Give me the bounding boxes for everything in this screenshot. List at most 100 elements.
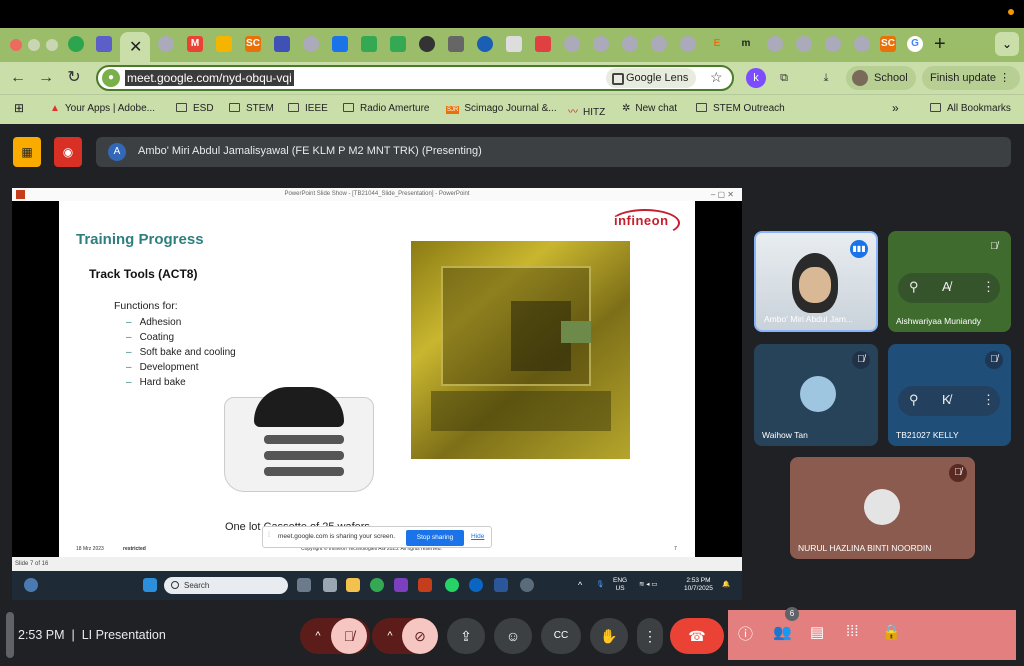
tab-icon[interactable]: SC xyxy=(245,36,261,52)
profile-button[interactable]: School xyxy=(846,66,916,90)
tab-icon[interactable] xyxy=(419,36,435,52)
address-bar[interactable]: ● meet.google.com/nyd-obqu-vqi Google Le… xyxy=(96,65,734,91)
tab-icon[interactable] xyxy=(506,36,522,52)
mic-icon[interactable]: ● xyxy=(102,69,120,87)
url-text[interactable]: meet.google.com/nyd-obqu-vqi xyxy=(125,70,294,86)
weather-icon[interactable] xyxy=(24,578,38,592)
camera-off-icon[interactable]: ⊘ xyxy=(402,618,438,654)
gmail-icon[interactable]: M xyxy=(187,36,203,52)
tab-icon[interactable] xyxy=(274,36,290,52)
info-icon[interactable]: ⓘ xyxy=(738,623,753,644)
tab-icon[interactable] xyxy=(390,36,406,52)
activities-icon[interactable]: ⁞⁞⁞ xyxy=(846,623,859,640)
onenote-icon[interactable] xyxy=(394,578,408,592)
tab-icon[interactable] xyxy=(825,36,841,52)
back-button[interactable]: ← xyxy=(6,66,30,90)
people-icon[interactable]: 👥 xyxy=(773,623,792,641)
tab-icon[interactable] xyxy=(96,36,112,52)
taskbar-clock[interactable]: 2:53 PM 10/7/2025 xyxy=(684,577,713,593)
tab-search-button[interactable]: ⌄ xyxy=(995,32,1019,56)
taskbar-search[interactable]: Search xyxy=(164,577,288,594)
participant-tile[interactable]: ▮▮▮ Ambo' Miri Abdul Jam... xyxy=(754,231,878,332)
edge-icon[interactable] xyxy=(370,578,384,592)
chat-icon[interactable]: ▤ xyxy=(810,623,824,641)
apps-grid-icon[interactable]: ⊞ xyxy=(14,101,24,115)
pin-icon[interactable]: ⚲ xyxy=(909,279,919,295)
widgets-icon[interactable] xyxy=(323,578,337,592)
record-icon[interactable]: ◉ xyxy=(54,137,82,167)
tab-icon[interactable] xyxy=(622,36,638,52)
drag-handle-icon[interactable]: ⁞ xyxy=(268,532,270,539)
tab-icon[interactable] xyxy=(593,36,609,52)
tab-icon[interactable]: E xyxy=(709,36,725,52)
tab-icon[interactable] xyxy=(680,36,696,52)
windows-start-icon[interactable] xyxy=(143,578,157,592)
hide-link[interactable]: Hide xyxy=(471,533,484,540)
tray-mic-icon[interactable]: 🎙 xyxy=(596,581,604,589)
hide-screen-icon[interactable]: ▦ xyxy=(13,137,41,167)
tab-icon[interactable] xyxy=(535,36,551,52)
bookmark-item[interactable]: SJR Scimago Journal &... xyxy=(446,103,557,114)
extensions-puzzle-icon[interactable]: ⧉ xyxy=(774,68,794,88)
bookmark-item[interactable]: ▲ Your Apps | Adobe... xyxy=(50,103,155,114)
emoji-icon[interactable]: ☺ xyxy=(494,618,532,654)
more-options-icon[interactable]: ⋮ xyxy=(982,279,995,295)
participant-tile[interactable]: 🎙̸ ⚲ K̸ ⋮ TB21027 KELLY xyxy=(888,344,1011,446)
participant-tile[interactable]: 🎙̸ Waihow Tan xyxy=(754,344,878,446)
task-view-icon[interactable] xyxy=(297,578,311,592)
tab-icon[interactable] xyxy=(361,36,377,52)
tab-icon[interactable] xyxy=(651,36,667,52)
notification-icon[interactable]: 🔔 xyxy=(722,581,730,589)
extension-k-icon[interactable]: k xyxy=(746,68,766,88)
new-tab-button[interactable]: + xyxy=(934,33,946,56)
tab-active-meet[interactable]: ✕ xyxy=(120,32,150,62)
pin-icon[interactable]: ⚲ xyxy=(909,392,919,408)
mic-chevron-icon[interactable]: ^ xyxy=(308,618,328,654)
google-icon[interactable]: G xyxy=(907,36,923,52)
tab-icon[interactable] xyxy=(158,36,174,52)
tab-icon[interactable] xyxy=(68,36,84,52)
tab-icon[interactable] xyxy=(448,36,464,52)
tab-icon[interactable] xyxy=(767,36,783,52)
bookmark-item[interactable]: ✲ New chat xyxy=(622,103,677,114)
download-icon[interactable]: ⤓ xyxy=(816,68,836,88)
tab-icon[interactable]: SC xyxy=(880,36,896,52)
tab-icon[interactable] xyxy=(796,36,812,52)
forward-button[interactable]: → xyxy=(34,66,58,90)
tab-icon[interactable] xyxy=(303,36,319,52)
maximize-window-button[interactable] xyxy=(46,39,58,51)
finish-update-button[interactable]: Finish update ⋮ xyxy=(922,66,1020,90)
bookmark-folder[interactable]: STEM xyxy=(229,103,274,114)
bookmark-item[interactable]: 〰 HITZ xyxy=(568,103,605,118)
word-icon[interactable] xyxy=(494,578,508,592)
close-window-button[interactable] xyxy=(10,39,22,51)
google-lens-button[interactable]: Google Lens xyxy=(606,68,697,88)
tab-icon[interactable] xyxy=(332,36,348,52)
more-bookmarks-icon[interactable]: » xyxy=(892,101,899,115)
close-tab-icon[interactable]: ✕ xyxy=(129,37,142,57)
stop-sharing-button[interactable]: Stop sharing xyxy=(406,530,464,546)
tab-icon[interactable] xyxy=(854,36,870,52)
participant-tile[interactable]: 🎙̸ NURUL HAZLINA BINTI NOORDIN xyxy=(790,457,975,559)
bookmark-folder[interactable]: IEEE xyxy=(288,103,328,114)
whatsapp-icon[interactable] xyxy=(445,578,459,592)
outlook-icon[interactable] xyxy=(469,578,483,592)
bookmark-star-icon[interactable]: ☆ xyxy=(710,69,723,86)
wifi-icon[interactable]: ≋ ◂ ▭ xyxy=(639,581,657,589)
all-bookmarks-folder[interactable]: All Bookmarks xyxy=(930,103,1011,114)
minimize-window-button[interactable] xyxy=(28,39,40,51)
bookmark-folder[interactable]: STEM Outreach xyxy=(696,103,785,114)
file-explorer-icon[interactable] xyxy=(346,578,360,592)
reload-button[interactable]: ↻ xyxy=(62,66,86,90)
sidebar-handle[interactable] xyxy=(6,612,14,658)
settings-icon[interactable] xyxy=(520,578,534,592)
more-options-icon[interactable]: ⋮ xyxy=(982,392,995,408)
bookmark-folder[interactable]: Radio Amerture xyxy=(343,103,429,114)
camera-chevron-icon[interactable]: ^ xyxy=(380,618,400,654)
host-controls-icon[interactable]: 🔒 xyxy=(882,623,901,641)
end-call-icon[interactable]: ☎ xyxy=(670,618,724,654)
tab-icon[interactable] xyxy=(477,36,493,52)
tray-chevron-icon[interactable]: ^ xyxy=(578,581,582,590)
raise-hand-icon[interactable]: ✋ xyxy=(590,618,628,654)
tab-icon[interactable]: m xyxy=(738,36,754,52)
